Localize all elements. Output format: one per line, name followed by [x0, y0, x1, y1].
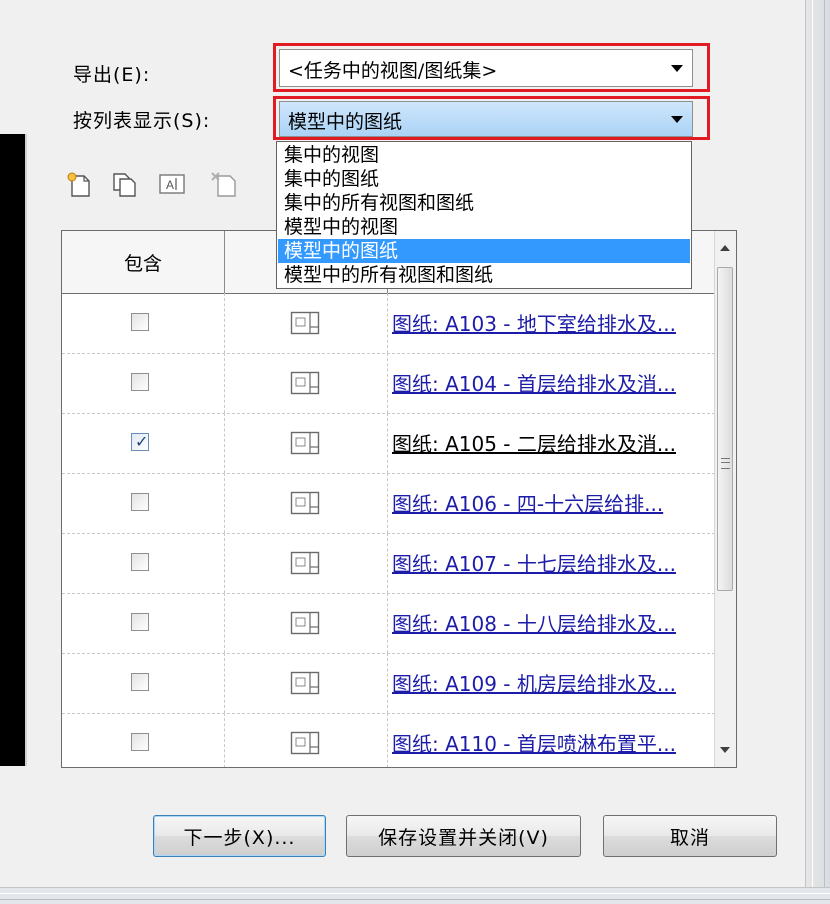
sheet-name-link[interactable]: 图纸: A104 - 首层给排水及消...	[392, 368, 722, 397]
sheet-name-link[interactable]: 图纸: A108 - 十八层给排水及...	[392, 608, 722, 637]
include-checkbox[interactable]	[131, 613, 149, 631]
include-checkbox[interactable]	[131, 373, 149, 391]
table-row[interactable]: 图纸: A104 - 首层给排水及消...	[62, 353, 730, 414]
table-row[interactable]: 图纸: A110 - 首层喷淋布置平...	[62, 713, 730, 767]
checkmark-icon: ✓	[135, 432, 149, 451]
table-row[interactable]: 图纸: A108 - 十八层给排水及...	[62, 593, 730, 654]
dropdown-option[interactable]: 模型中的视图	[278, 215, 690, 239]
highlight-box-export	[273, 43, 710, 92]
include-checkbox[interactable]: ✓	[131, 432, 149, 451]
sheet-name-link[interactable]: 图纸: A109 - 机房层给排水及...	[392, 668, 722, 697]
export-label: 导出(E):	[73, 64, 151, 86]
sheet-list-grid: 包含 图纸: A103 - 地下室给排水及... 图纸: A104 - 首层给排水…	[61, 230, 737, 768]
scroll-thumb[interactable]	[717, 267, 733, 591]
dropdown-option[interactable]: 模型中的所有视图和图纸	[278, 263, 690, 287]
table-row[interactable]: ✓ 图纸: A105 - 二层给排水及消...	[62, 413, 730, 474]
include-checkbox[interactable]	[131, 313, 149, 331]
table-row[interactable]: 图纸: A103 - 地下室给排水及...	[62, 293, 730, 354]
delete-icon[interactable]	[210, 170, 238, 198]
show-in-list-dropdown: 集中的视图 集中的图纸 集中的所有视图和图纸 模型中的视图 模型中的图纸 模型中的所有视图…	[276, 141, 692, 289]
save-and-close-button[interactable]: 保存设置并关闭(V)	[346, 815, 581, 857]
include-checkbox[interactable]	[131, 553, 149, 571]
include-checkbox[interactable]	[131, 733, 149, 751]
show-in-list-label: 按列表显示(S):	[73, 110, 211, 132]
sheet-icon	[290, 611, 320, 639]
dropdown-option[interactable]: 模型中的图纸	[278, 239, 690, 263]
window-frame-right	[805, 0, 830, 904]
sheet-icon	[290, 731, 320, 759]
include-checkbox[interactable]	[131, 493, 149, 511]
dropdown-option[interactable]: 集中的视图	[278, 143, 690, 167]
preview-panel	[0, 134, 25, 766]
sheet-icon	[290, 491, 320, 519]
sheet-icon	[290, 431, 320, 459]
svg-text:A: A	[166, 178, 174, 192]
sheet-icon	[290, 551, 320, 579]
duplicate-icon[interactable]	[110, 170, 138, 198]
window-frame-bottom	[0, 887, 830, 904]
include-checkbox[interactable]	[131, 673, 149, 691]
table-row[interactable]: 图纸: A106 - 四-十六层给排...	[62, 473, 730, 534]
table-row[interactable]: 图纸: A109 - 机房层给排水及...	[62, 653, 730, 714]
scroll-up-icon[interactable]	[720, 245, 730, 251]
new-set-icon[interactable]	[66, 170, 94, 198]
sheet-name-link[interactable]: 图纸: A110 - 首层喷淋布置平...	[392, 728, 722, 757]
next-button[interactable]: 下一步(X)...	[153, 815, 326, 857]
vertical-scrollbar[interactable]	[714, 231, 736, 767]
sheet-name-link[interactable]: 图纸: A107 - 十七层给排水及...	[392, 548, 722, 577]
dropdown-option[interactable]: 集中的图纸	[278, 167, 690, 191]
sheet-icon	[290, 671, 320, 699]
sheet-icon	[290, 371, 320, 399]
column-header-include[interactable]: 包含	[62, 231, 225, 293]
sheet-name-link[interactable]: 图纸: A105 - 二层给排水及消...	[392, 428, 722, 457]
sheet-icon	[290, 311, 320, 339]
sheet-name-link[interactable]: 图纸: A103 - 地下室给排水及...	[392, 308, 722, 337]
dropdown-option[interactable]: 集中的所有视图和图纸	[278, 191, 690, 215]
table-row[interactable]: 图纸: A107 - 十七层给排水及...	[62, 533, 730, 594]
scroll-down-icon[interactable]	[720, 747, 730, 753]
highlight-box-show	[273, 96, 710, 140]
cancel-button[interactable]: 取消	[603, 815, 777, 857]
rename-icon[interactable]: A	[158, 170, 186, 198]
sheet-name-link[interactable]: 图纸: A106 - 四-十六层给排...	[392, 488, 722, 517]
